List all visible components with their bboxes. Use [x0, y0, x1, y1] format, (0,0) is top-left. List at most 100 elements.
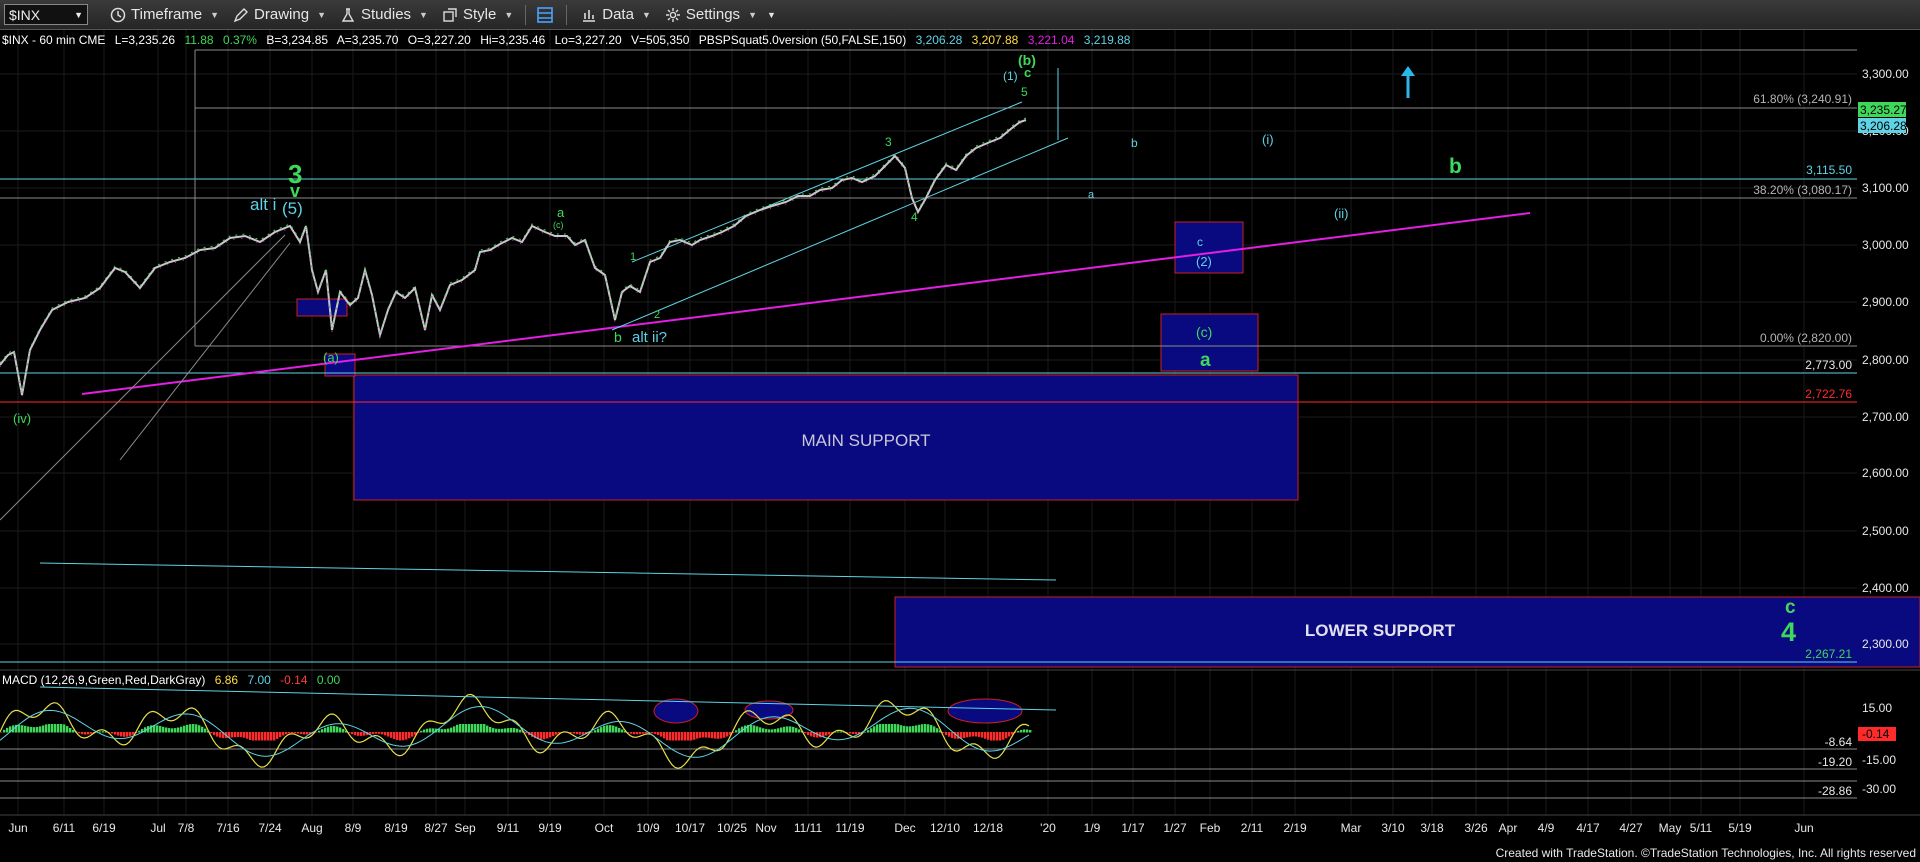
wave-5-paren: (5) [282, 199, 303, 218]
date-axis-label: 8/9 [345, 821, 362, 835]
data-menu[interactable]: Data ▼ [581, 6, 651, 23]
flask-icon [341, 7, 355, 22]
date-axis-label: 11/11 [794, 821, 823, 835]
date-axis-label: 1/27 [1163, 821, 1187, 835]
timeframe-label: Timeframe [131, 6, 203, 23]
macd-v1: 6.86 [215, 673, 239, 687]
proj-c4: c [1785, 597, 1796, 618]
symbol-selector[interactable]: $INX ▼ [4, 4, 88, 25]
date-axis-label: 10/9 [636, 821, 660, 835]
date-axis-label: 1/17 [1121, 821, 1145, 835]
wave-b-paren-top: (b) [1018, 52, 1036, 68]
proj-big-a: a [1200, 350, 1211, 371]
study-v3: 3,221.04 [1028, 33, 1075, 47]
proj-2: (2) [1196, 254, 1212, 269]
trend-lines [0, 68, 1531, 581]
bar-chart-icon [583, 9, 596, 22]
wave-2: 2 [654, 309, 660, 321]
svg-text:$INX - 60 min CME L=3,2: $INX - 60 min CME L=3,235.26 11.88 0.37%… [2, 33, 1131, 47]
level-0: 0.00% (2,820.00) [1760, 331, 1852, 345]
wave-c-small: (c) [553, 220, 564, 230]
drawing-menu[interactable]: Drawing ▼ [233, 6, 326, 23]
study-name: PBSPSquat5.0version (50,FALSE,150) [699, 33, 906, 47]
price-axis-label: 2,300.00 [1862, 637, 1909, 651]
overflow-menu[interactable]: ▼ [767, 10, 776, 20]
date-axis-label: May [1659, 821, 1682, 835]
settings-menu[interactable]: Settings ▼ [665, 6, 757, 23]
price-axis[interactable]: 3,300.003,200.003,100.003,000.002,900.00… [1862, 67, 1909, 651]
style-menu[interactable]: Style ▼ [442, 6, 513, 23]
date-axis-label: 2/19 [1283, 821, 1307, 835]
price-chart[interactable]: MAIN SUPPORT LOWER SUPPORT 61.80% (3,240… [0, 30, 1920, 862]
date-axis-label: 2/11 [1241, 821, 1264, 835]
study-v2: 3,207.88 [972, 33, 1019, 47]
chevron-down-icon: ▼ [419, 9, 428, 20]
wave-1: 1 [630, 251, 636, 263]
volume: V=505,350 [631, 33, 690, 47]
date-axis-label: 3/26 [1464, 821, 1488, 835]
change: 11.88 [184, 33, 213, 47]
level-61-8: 61.80% (3,240.91) [1753, 92, 1852, 106]
studies-label: Studies [361, 6, 412, 23]
date-axis-label: 3/10 [1381, 821, 1405, 835]
chevron-down-icon: ▼ [74, 9, 83, 20]
macd-axis-lower: -30.00 [1862, 782, 1896, 796]
date-axis-label: Apr [1499, 821, 1518, 835]
date-axis-label: 8/27 [424, 821, 448, 835]
price-axis-label: 2,600.00 [1862, 466, 1909, 480]
symbol-label: $INX [9, 6, 41, 23]
level-3115: 3,115.50 [1806, 163, 1852, 177]
wave-b: b [614, 329, 622, 345]
toolbar-divider [566, 4, 568, 25]
date-axis-label: 8/19 [384, 821, 408, 835]
level-2773: 2,773.00 [1805, 358, 1852, 372]
layout-icon [537, 6, 554, 23]
price-tags: 3,235.27 3,206.28 [1858, 102, 1907, 133]
proj-c: c [1197, 235, 1203, 249]
date-axis-label: Aug [301, 821, 322, 835]
date-axis-label: 5/19 [1728, 821, 1752, 835]
price-axis-label: 2,800.00 [1862, 353, 1909, 367]
studies-menu[interactable]: Studies ▼ [340, 6, 428, 23]
macd-level-1: -8.64 [1825, 735, 1853, 749]
price-axis-label: 3,100.00 [1862, 181, 1909, 195]
date-axis-label: 1/9 [1084, 821, 1101, 835]
date-axis-label: 6/11 [53, 821, 76, 835]
price-axis-label: 2,900.00 [1862, 295, 1909, 309]
date-axis-label: Feb [1200, 821, 1221, 835]
symbol-info: $INX - 60 min CME [2, 33, 105, 47]
macd-v4: 0.00 [317, 673, 341, 687]
svg-text:MACD (12,26,9,Green,Red,DarkGr: MACD (12,26,9,Green,Red,DarkGray) 6.86 7… [2, 673, 341, 687]
chevron-down-icon: ▼ [210, 9, 220, 20]
wave-alt-ii: alt ii? [632, 329, 667, 346]
date-axis-label: 10/17 [675, 821, 705, 835]
macd-tag: -0.14 [1862, 727, 1890, 741]
date-axis-label: 9/19 [538, 821, 562, 835]
drawing-label: Drawing [254, 6, 310, 23]
date-axis-label: Nov [755, 821, 776, 835]
toolbar-divider [525, 4, 527, 25]
data-label: Data [602, 6, 634, 23]
date-axis-label: Oct [595, 821, 614, 835]
layout-toggle-button[interactable] [536, 6, 554, 24]
macd-panel: MACD (12,26,9,Green,Red,DarkGray) 6.86 7… [0, 669, 1920, 799]
style-icon [443, 7, 457, 22]
clock-icon [110, 7, 126, 22]
chevron-down-icon: ▼ [748, 9, 757, 20]
wave-a-small: a [557, 205, 565, 220]
price-axis-label: 3,000.00 [1862, 238, 1909, 252]
timeframe-menu[interactable]: Timeframe ▼ [110, 6, 219, 23]
macd-axis-mid: -15.00 [1862, 753, 1896, 767]
date-axis-label: 7/8 [178, 821, 195, 835]
proj-i: (i) [1262, 132, 1274, 147]
macd-level-3: -28.86 [1818, 784, 1852, 798]
change-pct: 0.37% [223, 33, 257, 47]
lower-support-zone: LOWER SUPPORT [894, 596, 1920, 668]
wave-4-small: 4 [911, 210, 918, 224]
date-axis-label: 4/9 [1538, 821, 1555, 835]
date-axis[interactable]: Jun 6/11 6/19 Jul 7/8 7/16 7/24 Aug 8/9 8/19 8/27 S… [8, 821, 1813, 835]
main-support-label: MAIN SUPPORT [801, 431, 930, 450]
lower-support-label: LOWER SUPPORT [1305, 621, 1456, 640]
date-axis-label: 12/18 [973, 821, 1003, 835]
open: O=3,227.20 [408, 33, 471, 47]
